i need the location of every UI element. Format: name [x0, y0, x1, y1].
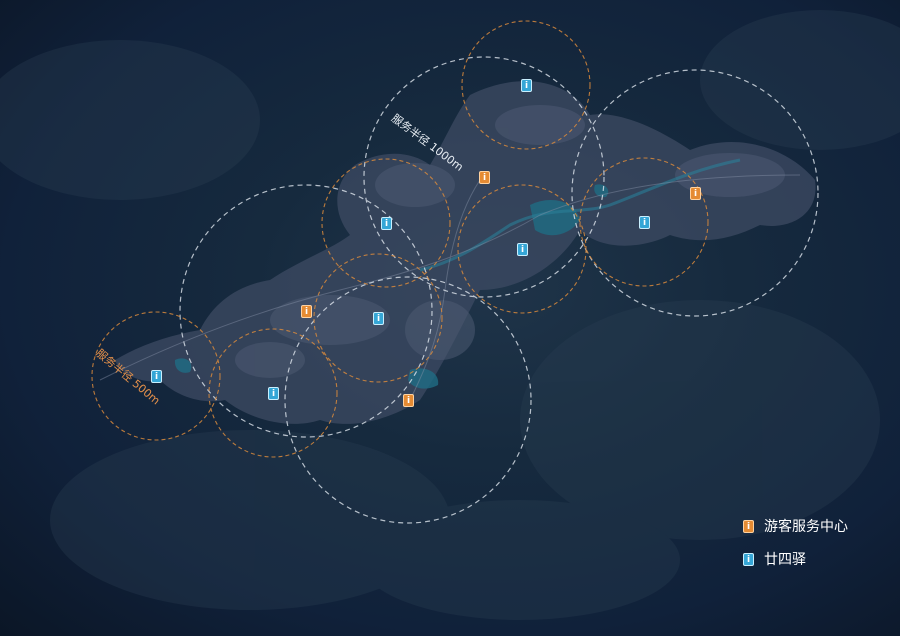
visitor-center-marker[interactable]: i — [403, 394, 414, 407]
legend-item-visitor-center: i 游客服务中心 — [743, 515, 848, 537]
legend-label-station: 廿四驿 — [764, 552, 806, 568]
station-marker[interactable]: i — [268, 387, 279, 400]
info-icon: i — [743, 519, 754, 533]
station-marker[interactable]: i — [381, 217, 392, 230]
station-marker[interactable]: i — [521, 79, 532, 92]
legend-item-station: i 廿四驿 — [743, 548, 848, 570]
legend-label-visitor-center: 游客服务中心 — [764, 519, 848, 535]
map-canvas[interactable]: i i i i i i i i i i i 服务半径 1000m 服务半径 50… — [0, 0, 900, 636]
station-marker[interactable]: i — [517, 243, 528, 256]
visitor-center-marker[interactable]: i — [301, 305, 312, 318]
station-marker[interactable]: i — [639, 216, 650, 229]
visitor-center-marker[interactable]: i — [690, 187, 701, 200]
map-legend: i 游客服务中心 i 廿四驿 — [743, 515, 848, 581]
station-marker[interactable]: i — [151, 370, 162, 383]
info-icon: i — [743, 552, 754, 566]
station-marker[interactable]: i — [373, 312, 384, 325]
visitor-center-marker[interactable]: i — [479, 171, 490, 184]
